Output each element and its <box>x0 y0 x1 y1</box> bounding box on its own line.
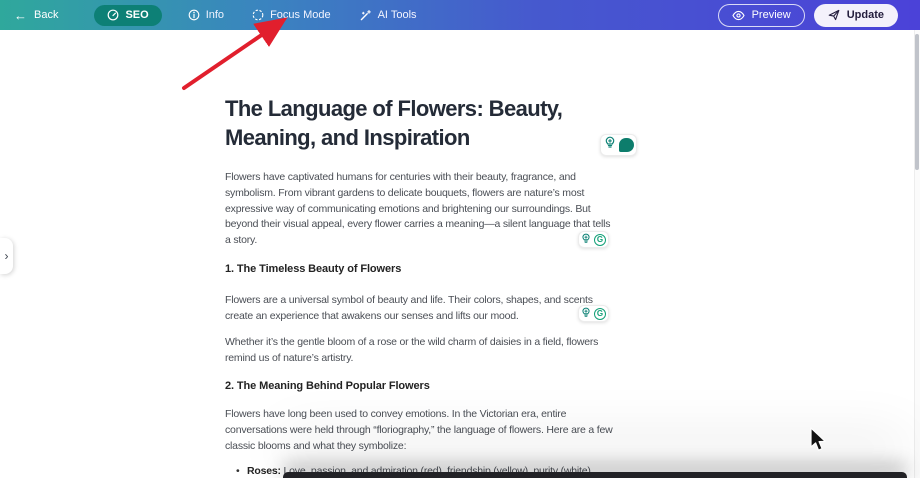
back-button-label: Back <box>34 9 59 21</box>
info-icon <box>188 9 200 21</box>
tab-seo[interactable]: SEO <box>94 4 162 26</box>
tab-seo-label: SEO <box>125 9 149 21</box>
back-button[interactable]: ← Back <box>14 9 58 22</box>
bottom-overlay-bar[interactable] <box>283 472 907 478</box>
scrollbar-thumb[interactable] <box>915 34 919 170</box>
tab-focus-mode[interactable]: Focus Mode <box>250 6 333 24</box>
tab-info[interactable]: Info <box>186 6 226 24</box>
paragraph-3[interactable]: Whether it’s the gentle bloom of a rose … <box>225 335 705 367</box>
tab-focus-mode-label: Focus Mode <box>270 9 331 21</box>
suggestion-lightbulb-icon <box>604 136 616 154</box>
tab-ai-tools-label: AI Tools <box>377 9 417 21</box>
assistant-widget-1[interactable]: G <box>578 231 609 248</box>
preview-button-label: Preview <box>751 9 791 21</box>
preview-button[interactable]: Preview <box>717 3 805 27</box>
tab-info-label: Info <box>205 9 225 21</box>
section-heading-1[interactable]: 1. The Timeless Beauty of Flowers <box>225 263 705 275</box>
bullet-dot: • <box>236 465 240 477</box>
bullet-term: Roses: <box>247 465 281 477</box>
update-button[interactable]: Update <box>813 3 898 27</box>
editor-canvas[interactable]: The Language of Flowers: Beauty, Meaning… <box>0 30 920 478</box>
suggestion-lightbulb-icon <box>581 231 591 249</box>
ai-wand-icon <box>359 9 372 22</box>
paragraph-4[interactable]: Flowers have long been used to convey em… <box>225 407 705 454</box>
paragraph-intro[interactable]: Flowers have captivated humans for centu… <box>225 170 705 249</box>
paragraph-2[interactable]: Flowers are a universal symbol of beauty… <box>225 293 705 325</box>
tab-ai-tools[interactable]: AI Tools <box>357 6 419 25</box>
assistant-widget-title[interactable] <box>600 134 637 156</box>
grammarly-icon: G <box>594 307 606 320</box>
topbar-right-group: Preview Update <box>717 3 898 27</box>
update-button-label: Update <box>846 9 884 21</box>
back-arrow-icon: ← <box>14 7 27 23</box>
focus-mode-icon <box>252 9 264 21</box>
eye-icon <box>731 10 745 21</box>
assistant-widget-2[interactable]: G <box>578 305 609 322</box>
scrollbar-track[interactable] <box>914 30 920 478</box>
chevron-right-icon: › <box>4 249 9 263</box>
seo-gauge-icon <box>107 9 119 21</box>
send-icon <box>828 9 840 21</box>
topbar: ← Back SEO Info Focus Mode AI Tools Prev… <box>0 0 920 30</box>
editor-window: ← Back SEO Info Focus Mode AI Tools Prev… <box>0 0 920 478</box>
section-heading-2[interactable]: 2. The Meaning Behind Popular Flowers <box>225 380 705 392</box>
grammarly-icon: G <box>594 233 606 246</box>
comment-bubble-icon <box>618 138 634 152</box>
suggestion-lightbulb-icon <box>581 305 591 323</box>
topbar-left-group: ← Back SEO Info Focus Mode AI Tools <box>14 4 419 26</box>
sidebar-expand-handle[interactable]: › <box>0 238 13 274</box>
